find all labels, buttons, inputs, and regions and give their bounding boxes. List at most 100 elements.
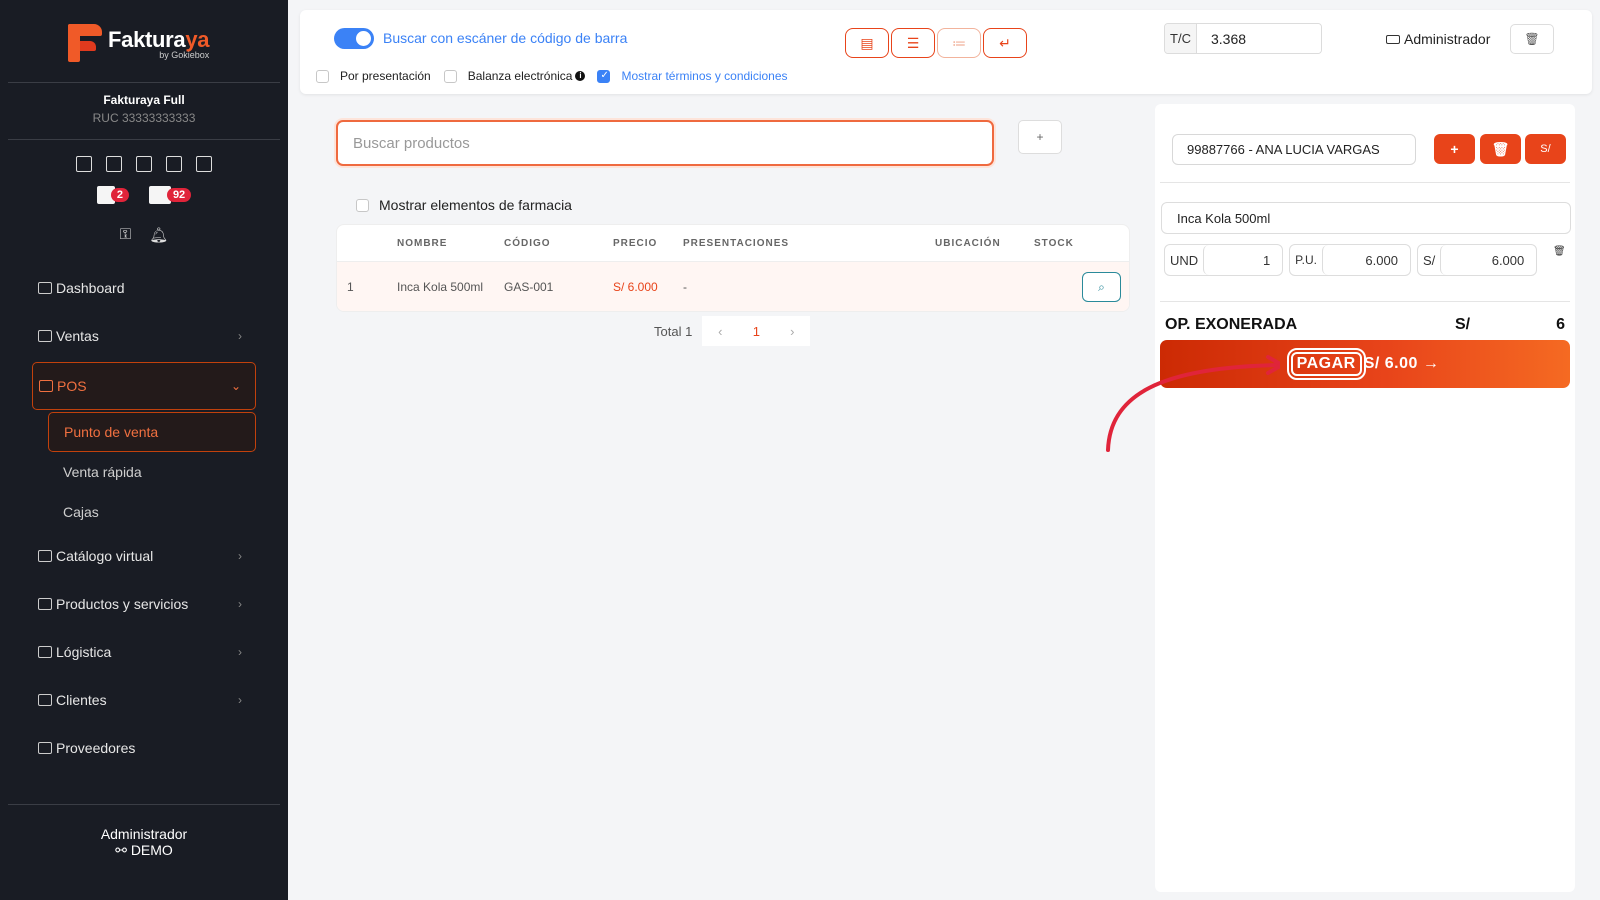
new-document-icon[interactable]: [76, 156, 92, 172]
menu-icon: ☰: [906, 34, 920, 51]
list-icon[interactable]: [136, 156, 152, 172]
clear-button[interactable]: 🗑︎: [1510, 24, 1554, 54]
calendar-alerts[interactable]: 2: [96, 186, 129, 204]
scanner-toggle-label: Buscar con escáner de código de barra: [383, 30, 628, 46]
divider: [1160, 301, 1570, 302]
view-list-button[interactable]: ☰: [891, 28, 935, 58]
unit-price-input[interactable]: 6.000: [1321, 245, 1410, 275]
next-page-button[interactable]: ›: [774, 316, 811, 346]
nav-item-clientes[interactable]: Clientes ›: [32, 676, 256, 724]
nav-item-proveedores[interactable]: Proveedores: [32, 724, 256, 772]
user-actions: ⚿ 🔔︎: [0, 226, 288, 244]
table-row[interactable]: 1 Inca Kola 500ml GAS-001 S/ 6.000 - ⌕: [337, 262, 1129, 311]
pay-amount: S/ 6.00 →: [1363, 355, 1440, 372]
pharma-option: Mostrar elementos de farmacia: [356, 197, 572, 213]
stock-alerts[interactable]: 92: [148, 186, 192, 204]
view-bullets-button[interactable]: ≔: [937, 28, 981, 58]
sidebar: Fakturaya by Gokiebox Fakturaya Full RUC…: [0, 0, 288, 900]
item-total-input[interactable]: 6.000: [1440, 245, 1536, 275]
divider: [8, 139, 280, 140]
stock-alerts-count: 92: [166, 188, 192, 202]
sub-item-venta-rapida[interactable]: Venta rápida: [48, 452, 256, 492]
user-menu[interactable]: Administrador: [1386, 31, 1490, 47]
scanner-toggle[interactable]: [334, 28, 374, 49]
enter-button[interactable]: ↵: [983, 28, 1027, 58]
sub-item-punto-de-venta[interactable]: Punto de venta: [48, 412, 256, 452]
nav-item-ventas[interactable]: Ventas ›: [32, 312, 256, 360]
sidebar-user-mode: DEMO: [130, 842, 173, 858]
remove-client-button[interactable]: 🗑︎: [1480, 134, 1521, 164]
item-total-label: S/: [1422, 252, 1436, 268]
sub-item-cajas[interactable]: Cajas: [48, 492, 256, 532]
link-icon: ⚯: [115, 842, 127, 858]
nav-item-label: Ventas: [56, 328, 99, 344]
quick-links: [0, 156, 288, 172]
item-total-field: S/ 6.000: [1416, 244, 1538, 276]
divider: [1160, 182, 1570, 183]
company-name: Fakturaya Full: [103, 93, 185, 107]
nav-item-dashboard[interactable]: Dashboard: [32, 264, 256, 312]
app-logo[interactable]: Fakturaya by Gokiebox: [68, 24, 210, 62]
prev-page-button[interactable]: ‹: [702, 316, 739, 346]
quantity-field: UND 1: [1164, 244, 1284, 276]
box-icon[interactable]: [196, 156, 212, 172]
nav-item-label: Proveedores: [56, 740, 136, 756]
main-nav: Dashboard Ventas › POS ⌄ Punto de venta Ve…: [32, 264, 256, 772]
nav-item-catalogo[interactable]: Catálogo virtual ›: [32, 532, 256, 580]
info-icon[interactable]: i: [575, 71, 586, 81]
bell-icon[interactable]: 🔔︎: [149, 226, 168, 244]
cart-panel: 99887766 - ANA LUCIA VARGAS + 🗑︎ S/ Inca…: [1155, 104, 1575, 892]
dashboard-icon: [38, 282, 52, 294]
trash-icon: 🗑︎: [1491, 140, 1510, 157]
add-client-button[interactable]: +: [1434, 134, 1475, 164]
exchange-rate-input[interactable]: [1197, 24, 1321, 53]
nav-item-logistica[interactable]: Lógistica ›: [32, 628, 256, 676]
chevron-down-icon: ⌄: [230, 379, 241, 393]
view-detailed-button[interactable]: ▤: [845, 28, 889, 58]
plus-icon: +: [1450, 141, 1459, 157]
lock-icon[interactable]: ⚿: [120, 226, 131, 244]
add-product-button[interactable]: +: [1018, 120, 1062, 154]
cart-item-name: Inca Kola 500ml: [1161, 202, 1571, 234]
page-number[interactable]: 1: [738, 316, 775, 346]
summary-row: OP. EXONERADA S/ 6: [1165, 316, 1565, 334]
user-name: Administrador: [1404, 31, 1491, 47]
pharma-checkbox[interactable]: [356, 198, 369, 212]
store-icon[interactable]: [106, 156, 122, 172]
nav-item-label: POS: [57, 378, 87, 394]
products-table: NOMBRE CÓDIGO PRECIO PRESENTACIONES UBIC…: [336, 224, 1130, 312]
search-icon: ⌕: [1098, 279, 1105, 294]
briefcase-icon: [38, 742, 52, 754]
pharma-label: Mostrar elementos de farmacia: [379, 197, 572, 213]
nav-item-productos[interactable]: Productos y servicios ›: [32, 580, 256, 628]
pos-options: Por presentación Balanza electrónicai Mo…: [316, 69, 788, 83]
nav-item-label: Clientes: [56, 692, 107, 708]
table-view-icon: ▤: [860, 34, 874, 51]
quantity-input[interactable]: 1: [1203, 245, 1282, 275]
nav-item-pos[interactable]: POS ⌄: [32, 362, 256, 410]
currency-button[interactable]: S/: [1525, 134, 1566, 164]
client-select[interactable]: 99887766 - ANA LUCIA VARGAS: [1172, 134, 1416, 165]
company-ruc: RUC 33333333333: [92, 111, 196, 125]
exchange-rate: T/C: [1164, 23, 1322, 54]
scale-label: Balanza electrónica: [467, 69, 573, 83]
scale-checkbox[interactable]: [443, 69, 457, 83]
view-product-button[interactable]: ⌕: [1082, 272, 1121, 302]
chevron-right-icon: ›: [790, 323, 795, 339]
product-search-input[interactable]: [336, 120, 994, 166]
users-icon[interactable]: [166, 156, 182, 172]
summary-label: OP. EXONERADA: [1165, 316, 1298, 333]
remove-item-icon[interactable]: 🗑︎: [1553, 246, 1566, 257]
logo-mark-icon: [68, 24, 102, 62]
presentation-checkbox[interactable]: [316, 69, 329, 83]
keyboard-icon: [1386, 34, 1400, 44]
monitor-icon: [39, 380, 53, 392]
sidebar-user-name: Administrador: [100, 826, 188, 842]
pay-label: PAGAR: [1286, 348, 1366, 380]
receipt-icon: [38, 330, 52, 342]
sidebar-user[interactable]: Administrador ⚯ DEMO: [0, 826, 288, 858]
calendar-alerts-count: 2: [110, 188, 129, 202]
nav-item-label: Productos y servicios: [56, 596, 189, 612]
terms-checkbox[interactable]: [597, 69, 611, 83]
row-precio: S/ 6.000: [613, 280, 658, 294]
